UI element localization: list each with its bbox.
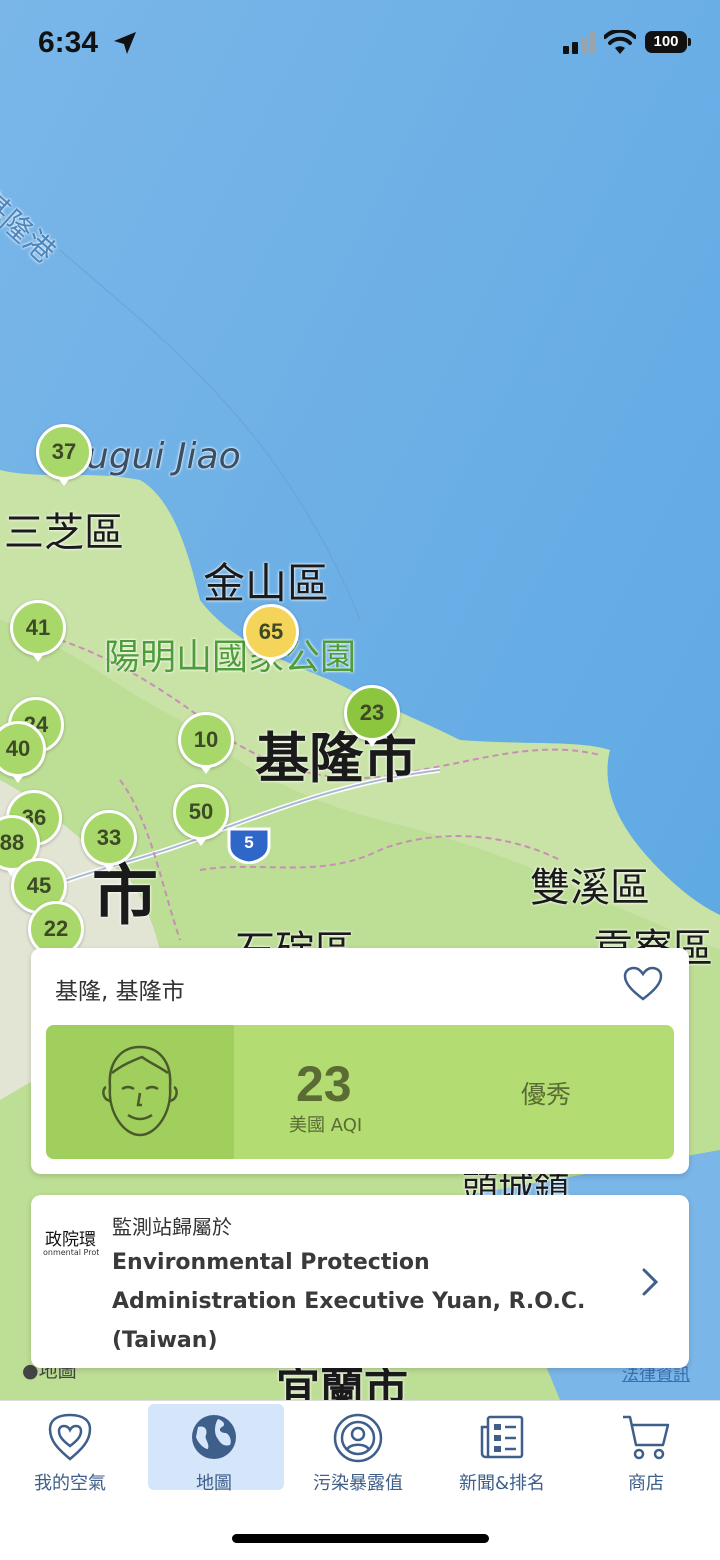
tab-my-air[interactable]: 我的空氣 — [0, 1401, 140, 1501]
tab-shop[interactable]: 商店 — [576, 1401, 716, 1501]
station-logo-text: 政院環 — [45, 1230, 96, 1250]
station-card[interactable]: 政院環 onmental Prote ctive Yuan, R. 監測站歸屬於… — [31, 1195, 689, 1368]
tab-shop-label: 商店 — [628, 1473, 664, 1494]
heart-icon — [0, 1413, 140, 1463]
location-card[interactable]: 基隆, 基隆市 23 美國 AQI 優秀 — [31, 948, 689, 1174]
station-logo-subtext: onmental Prote ctive Yuan, R. — [43, 1248, 99, 1257]
map-view[interactable]: 基隆港 ugui Jiao 三芝區 金山區 陽明山國家公園 基隆市 雙溪區 貢寮… — [0, 0, 720, 1400]
battery-level: 100 — [653, 33, 679, 50]
location-title: 基隆, 基隆市 — [55, 979, 185, 1005]
highway-number: 5 — [244, 833, 254, 852]
status-time: 6:34 — [38, 26, 99, 59]
location-arrow-icon — [114, 32, 136, 54]
tab-exposure[interactable]: 污染暴露值 — [288, 1401, 428, 1501]
tab-news-ranking-label: 新聞&排名 — [458, 1473, 546, 1494]
aqi-marker[interactable]: 50 — [173, 784, 229, 846]
map-label-fuguijiao: ugui Jiao — [86, 436, 241, 477]
aqi-status: 優秀 — [521, 1080, 572, 1109]
aqi-marker[interactable]: 37 — [36, 424, 92, 486]
station-owner-name: Environmental Protection Administration … — [112, 1250, 586, 1353]
highway-shield: 5 — [226, 826, 272, 864]
tab-map[interactable]: 地圖 — [144, 1401, 284, 1501]
happy-face-icon — [102, 1045, 178, 1137]
map-label-shuangxi: 雙溪區 — [530, 865, 650, 911]
cellular-signal-icon — [563, 32, 596, 54]
battery-icon: 100 — [645, 31, 687, 53]
aqi-marker[interactable]: 65 — [243, 604, 299, 666]
wifi-icon — [604, 30, 636, 54]
aqi-panel: 23 美國 AQI 優秀 — [46, 1025, 674, 1159]
news-icon — [432, 1413, 572, 1463]
status-bar: 6:34 100 — [0, 0, 720, 88]
tab-map-label: 地圖 — [196, 1473, 232, 1494]
tab-news-ranking[interactable]: 新聞&排名 — [432, 1401, 572, 1501]
station-owner-label: 監測站歸屬於 — [112, 1215, 232, 1239]
cart-icon — [576, 1413, 716, 1463]
chevron-right-icon[interactable] — [641, 1267, 659, 1297]
aqi-face-panel — [46, 1025, 234, 1159]
aqi-marker[interactable]: 33 — [81, 810, 137, 872]
aqi-marker[interactable]: 23 — [344, 685, 400, 747]
station-logo: 政院環 onmental Prote ctive Yuan, R. — [43, 1223, 99, 1271]
map-label-yangmingshan: 陽明山國家公園 — [104, 637, 357, 678]
battery-tip — [688, 38, 691, 46]
person-icon — [288, 1413, 428, 1463]
map-label-jinshan: 金山區 — [203, 559, 330, 608]
globe-icon — [144, 1413, 284, 1463]
aqi-marker[interactable]: 41 — [10, 600, 66, 662]
aqi-unit: 美國 AQI — [289, 1115, 363, 1136]
tab-my-air-label: 我的空氣 — [34, 1473, 106, 1494]
map-label-sanzhi: 三芝區 — [4, 510, 124, 556]
aqi-marker[interactable]: 10 — [178, 712, 234, 774]
home-indicator[interactable] — [232, 1534, 489, 1543]
aqi-value: 23 — [296, 1056, 352, 1112]
favorite-heart-icon[interactable] — [623, 966, 663, 1002]
tab-exposure-label: 污染暴露值 — [313, 1473, 403, 1494]
